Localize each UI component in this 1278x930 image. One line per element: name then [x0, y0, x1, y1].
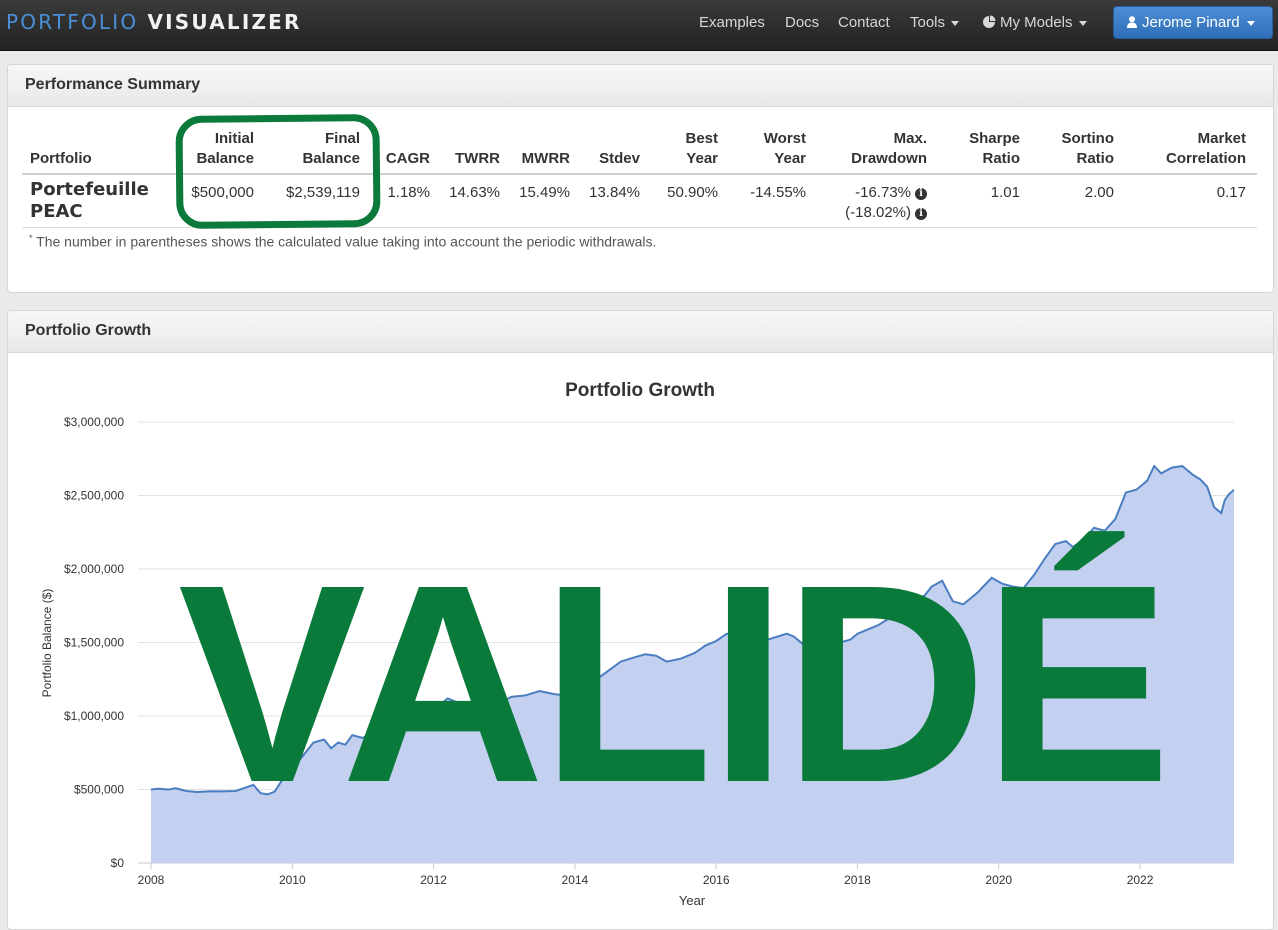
y-tick-label: $1,500,000 [64, 636, 124, 650]
y-tick-label: $2,500,000 [64, 489, 124, 503]
chart-title: Portfolio Growth [565, 380, 715, 401]
y-tick-label: $0 [111, 856, 125, 870]
x-tick-label: 2014 [562, 873, 589, 887]
x-tick-label: 2016 [703, 873, 730, 887]
x-tick-label: 2020 [985, 873, 1012, 887]
y-axis-ticks: $0 $500,000 $1,000,000 $1,500,000 $2,000,000… [64, 415, 124, 870]
x-tick-label: 2018 [844, 873, 871, 887]
x-tick-label: 2010 [279, 873, 306, 887]
y-axis-label: Portfolio Balance ($) [40, 589, 54, 698]
portfolio-growth-chart: Portfolio Growth $0 $500,000 $1,000,000 $1,… [40, 380, 1235, 908]
x-axis-ticks: 2008 2010 2012 2014 2016 2018 2020 2022 [138, 863, 1154, 887]
x-tick-label: 2012 [420, 873, 447, 887]
growth-area [151, 466, 1234, 863]
x-tick-label: 2022 [1127, 873, 1154, 887]
x-axis-label: Year [679, 893, 706, 908]
x-tick-label: 2008 [138, 873, 165, 887]
y-tick-label: $500,000 [74, 783, 124, 797]
y-tick-label: $3,000,000 [64, 415, 124, 429]
y-tick-label: $2,000,000 [64, 562, 124, 576]
y-tick-label: $1,000,000 [64, 709, 124, 723]
